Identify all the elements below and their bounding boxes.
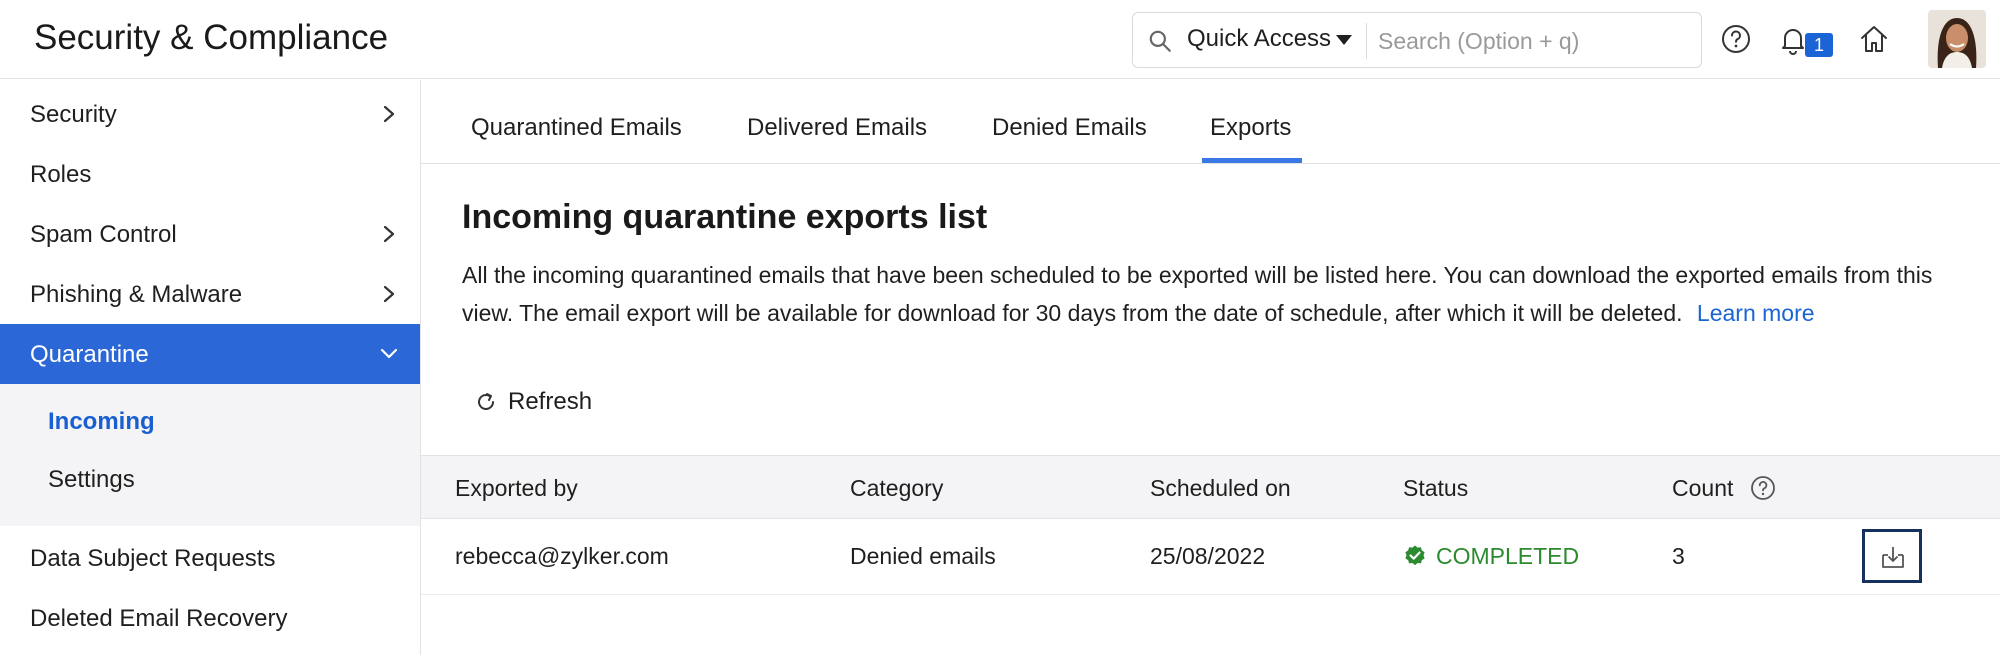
- sidebar-item-label: Data Subject Requests: [30, 545, 276, 572]
- sidebar-item-label: Spam Control: [30, 221, 177, 248]
- top-header: Security & Compliance Quick Access 1: [0, 0, 2000, 79]
- tab-bar: Quarantined Emails Delivered Emails Deni…: [421, 80, 2000, 164]
- column-header-count: Count: [1672, 475, 1734, 501]
- sidebar-item-label: Deleted Email Recovery: [30, 605, 288, 632]
- refresh-icon: [478, 393, 494, 410]
- chevron-right-icon: [383, 285, 395, 303]
- sidebar-item-security[interactable]: Security: [0, 84, 420, 144]
- quick-access-dropdown[interactable]: Quick Access: [1187, 25, 1331, 53]
- download-icon: [1882, 547, 1904, 568]
- tab-denied-emails[interactable]: Denied Emails: [992, 114, 1147, 142]
- cell-status: COMPLETED: [1436, 543, 1580, 569]
- column-header-category: Category: [850, 475, 944, 501]
- sidebar-item-roles[interactable]: Roles: [0, 144, 420, 204]
- search-input[interactable]: [1378, 21, 1678, 61]
- column-header-status: Status: [1403, 475, 1469, 501]
- page-title: Incoming quarantine exports list: [462, 198, 988, 236]
- quick-search-box[interactable]: Quick Access: [1132, 12, 1702, 68]
- notification-badge: 1: [1805, 33, 1833, 57]
- home-icon[interactable]: [1857, 22, 1891, 56]
- sidebar-item-label: Quarantine: [30, 341, 149, 368]
- chevron-right-icon: [383, 105, 395, 123]
- tab-delivered-emails[interactable]: Delivered Emails: [747, 114, 927, 142]
- column-header-exported-by: Exported by: [455, 475, 578, 501]
- tab-quarantined-emails[interactable]: Quarantined Emails: [471, 114, 682, 142]
- help-icon[interactable]: [1749, 474, 1777, 502]
- active-tab-indicator: [1202, 158, 1302, 163]
- caret-down-icon[interactable]: [1336, 35, 1352, 45]
- tab-exports[interactable]: Exports: [1210, 114, 1291, 142]
- table-row: rebecca@zylker.com Denied emails 25/08/2…: [421, 519, 2000, 595]
- sidebar-item-label: Security: [30, 101, 117, 128]
- cell-category: Denied emails: [850, 543, 996, 569]
- quarantine-submenu: Incoming Settings: [0, 384, 420, 526]
- learn-more-link[interactable]: Learn more: [1697, 300, 1815, 326]
- sidebar-item-phishing-malware[interactable]: Phishing & Malware: [0, 264, 420, 324]
- check-badge-icon: [1405, 545, 1425, 566]
- cell-count: 3: [1672, 543, 1685, 569]
- column-header-scheduled-on: Scheduled on: [1150, 475, 1291, 501]
- user-avatar[interactable]: [1928, 10, 1986, 68]
- chevron-right-icon: [383, 225, 395, 243]
- sidebar-item-deleted-email-recovery[interactable]: Deleted Email Recovery: [0, 588, 420, 648]
- chevron-down-icon: [380, 348, 398, 359]
- search-icon: [1149, 30, 1171, 52]
- download-button[interactable]: [1862, 529, 1922, 583]
- sidebar-item-label: Roles: [30, 161, 92, 188]
- refresh-button[interactable]: Refresh: [474, 386, 592, 418]
- sidebar-subitem-settings[interactable]: Settings: [48, 466, 135, 494]
- sidebar-item-label: Phishing & Malware: [30, 281, 243, 308]
- cell-exported-by: rebecca@zylker.com: [455, 543, 669, 569]
- cell-scheduled-on: 25/08/2022: [1150, 543, 1266, 569]
- app-title: Security & Compliance: [34, 18, 389, 57]
- search-divider: [1366, 23, 1367, 59]
- sidebar: Security Roles Spam Control Phishing & M…: [0, 80, 421, 655]
- sidebar-item-data-subject-requests[interactable]: Data Subject Requests: [0, 528, 420, 588]
- sidebar-subitem-incoming[interactable]: Incoming: [48, 408, 155, 436]
- help-icon[interactable]: [1719, 22, 1753, 56]
- sidebar-item-spam-control[interactable]: Spam Control: [0, 204, 420, 264]
- page-description: All the incoming quarantined emails that…: [462, 256, 1942, 332]
- refresh-label: Refresh: [508, 388, 593, 415]
- sidebar-item-quarantine[interactable]: Quarantine: [0, 324, 420, 384]
- table-header: Exported by Category Scheduled on Status…: [421, 455, 2000, 519]
